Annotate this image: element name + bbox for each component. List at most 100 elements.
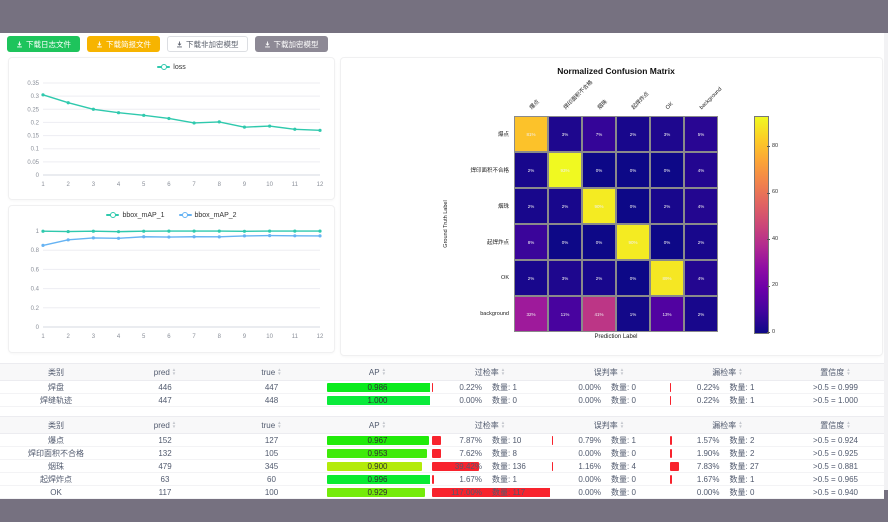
matrix-cell: 2% — [514, 260, 548, 296]
sort-caret-icon[interactable]: ▲▼ — [620, 421, 624, 428]
table-row: 烟珠4793450.90039.42%数量: 1361.16%数量: 47.83… — [0, 460, 884, 473]
sort-caret-icon[interactable]: ▲▼ — [277, 421, 281, 428]
matrix-cell: 8% — [514, 224, 548, 260]
cell-over-rate: 0.22%数量: 1 — [430, 381, 550, 393]
matrix-row-label: 烟珠 — [498, 202, 509, 210]
matrix-cell: 81% — [514, 116, 548, 152]
column-header-6[interactable]: 漏检率▲▼ — [668, 364, 787, 380]
download-plain-model-button[interactable]: 下载非加密模型 — [167, 36, 248, 52]
legend-item-loss[interactable]: loss — [157, 64, 185, 71]
legend-label: bbox_mAP_1 — [122, 212, 164, 219]
column-header-4[interactable]: 过检率▲▼ — [430, 364, 550, 380]
cell-misjudge-rate: 0.00%数量: 0 — [550, 381, 668, 393]
svg-text:10: 10 — [266, 182, 273, 188]
cell-true: 448 — [218, 394, 325, 406]
sort-caret-icon[interactable]: ▲▼ — [846, 368, 850, 375]
svg-text:0: 0 — [36, 325, 40, 331]
column-header-7[interactable]: 置信度▲▼ — [787, 364, 884, 380]
download-icon — [16, 41, 23, 48]
column-header-2[interactable]: true▲▼ — [218, 364, 325, 380]
sort-caret-icon[interactable]: ▲▼ — [501, 421, 505, 428]
sort-caret-icon[interactable]: ▲▼ — [620, 368, 624, 375]
sort-caret-icon[interactable]: ▲▼ — [277, 368, 281, 375]
cell-class: 焊盘 — [0, 381, 112, 393]
column-header-5[interactable]: 误判率▲▼ — [550, 417, 668, 433]
sort-caret-icon[interactable]: ▲▼ — [846, 421, 850, 428]
column-header-4[interactable]: 过检率▲▼ — [430, 417, 550, 433]
column-header-2[interactable]: true▲▼ — [218, 417, 325, 433]
svg-text:0: 0 — [36, 173, 40, 179]
column-header-1[interactable]: pred▲▼ — [112, 417, 218, 433]
matrix-row-label: background — [480, 311, 509, 317]
sort-caret-icon[interactable]: ▲▼ — [501, 368, 505, 375]
matrix-cell: 0% — [582, 224, 616, 260]
confusion-matrix-card: Normalized Confusion Matrix 81%3%7%2%3%5… — [340, 57, 883, 356]
download-log-label: 下载日志文件 — [26, 39, 71, 50]
matrix-cell: 3% — [650, 116, 684, 152]
table-row: 焊缝轨迹4474481.0000.00%数量: 00.00%数量: 00.22%… — [0, 394, 884, 407]
svg-text:0.15: 0.15 — [27, 134, 39, 140]
sort-caret-icon[interactable]: ▲▼ — [738, 421, 742, 428]
scrollbar[interactable] — [884, 33, 888, 490]
cell-ap: 0.900 — [325, 460, 430, 472]
column-header-3[interactable]: AP▲▼ — [325, 364, 430, 380]
map-chart-legend: bbox_mAP_1 bbox_mAP_2 — [9, 206, 334, 224]
matrix-row-label: 焊印面积不合格 — [470, 166, 509, 174]
cell-ap: 0.967 — [325, 434, 430, 446]
svg-text:0.6: 0.6 — [31, 267, 40, 273]
svg-text:5: 5 — [142, 334, 146, 340]
map-chart-card: bbox_mAP_1bbox_mAP_2 10.80.60.40.2012345… — [8, 205, 335, 353]
matrix-col-label: OK — [665, 102, 674, 111]
matrix-cell: 2% — [514, 152, 548, 188]
cell-pred: 446 — [112, 381, 218, 393]
cell-misjudge-rate: 1.16%数量: 4 — [550, 460, 668, 472]
table-header-row: 类别pred▲▼true▲▼AP▲▼过检率▲▼误判率▲▼漏检率▲▼置信度▲▼ — [0, 363, 884, 381]
cell-class: 爆点 — [0, 434, 112, 446]
cell-ap: 0.953 — [325, 447, 430, 459]
column-header-5[interactable]: 误判率▲▼ — [550, 364, 668, 380]
download-report-button[interactable]: 下载简报文件 — [87, 36, 160, 52]
colorbar-tick: 0 — [772, 330, 775, 335]
matrix-cell: 4% — [684, 188, 718, 224]
matrix-cell: 0% — [650, 224, 684, 260]
sort-caret-icon[interactable]: ▲▼ — [172, 421, 176, 428]
cell-confidence: >0.5 = 0.881 — [787, 460, 884, 472]
column-header-1[interactable]: pred▲▼ — [112, 364, 218, 380]
svg-text:6: 6 — [167, 182, 171, 188]
cell-class: 起焊炸点 — [0, 473, 112, 485]
svg-text:5: 5 — [142, 182, 146, 188]
legend-item-bbox_mAP_1[interactable]: bbox_mAP_1 — [106, 212, 164, 219]
cell-true: 447 — [218, 381, 325, 393]
cell-true: 100 — [218, 486, 325, 498]
loss-chart-legend: loss — [9, 58, 334, 76]
svg-text:7: 7 — [192, 334, 196, 340]
sort-caret-icon[interactable]: ▲▼ — [382, 368, 386, 375]
download-log-button[interactable]: 下载日志文件 — [7, 36, 80, 52]
cell-pred: 117 — [112, 486, 218, 498]
column-header-7[interactable]: 置信度▲▼ — [787, 417, 884, 433]
matrix-row-label: 起焊炸点 — [487, 238, 509, 246]
cell-miss-rate: 0.22%数量: 1 — [668, 394, 787, 406]
download-report-label: 下载简报文件 — [106, 39, 151, 50]
matrix-cell: 4% — [684, 152, 718, 188]
cell-misjudge-rate: 0.00%数量: 0 — [550, 486, 668, 498]
cell-miss-rate: 0.22%数量: 1 — [668, 381, 787, 393]
matrix-cell: 7% — [582, 116, 616, 152]
sort-caret-icon[interactable]: ▲▼ — [382, 421, 386, 428]
column-header-6[interactable]: 漏检率▲▼ — [668, 417, 787, 433]
matrix-cell: 0% — [616, 188, 650, 224]
matrix-cell: 4% — [684, 260, 718, 296]
cell-confidence: >0.5 = 0.965 — [787, 473, 884, 485]
sort-caret-icon[interactable]: ▲▼ — [172, 368, 176, 375]
matrix-cell: 2% — [616, 116, 650, 152]
column-header-3[interactable]: AP▲▼ — [325, 417, 430, 433]
loss-line-chart: 0.350.30.250.20.150.10.05012345678910111… — [9, 76, 334, 201]
matrix-cell: 90% — [582, 188, 616, 224]
sort-caret-icon[interactable]: ▲▼ — [738, 368, 742, 375]
legend-item-bbox_mAP_2[interactable]: bbox_mAP_2 — [179, 212, 237, 219]
cell-confidence: >0.5 = 0.925 — [787, 447, 884, 459]
svg-text:3: 3 — [92, 182, 96, 188]
matrix-cell: 41% — [582, 296, 616, 332]
matrix-cell: 32% — [514, 296, 548, 332]
download-encrypted-model-button[interactable]: 下载加密模型 — [255, 36, 328, 52]
